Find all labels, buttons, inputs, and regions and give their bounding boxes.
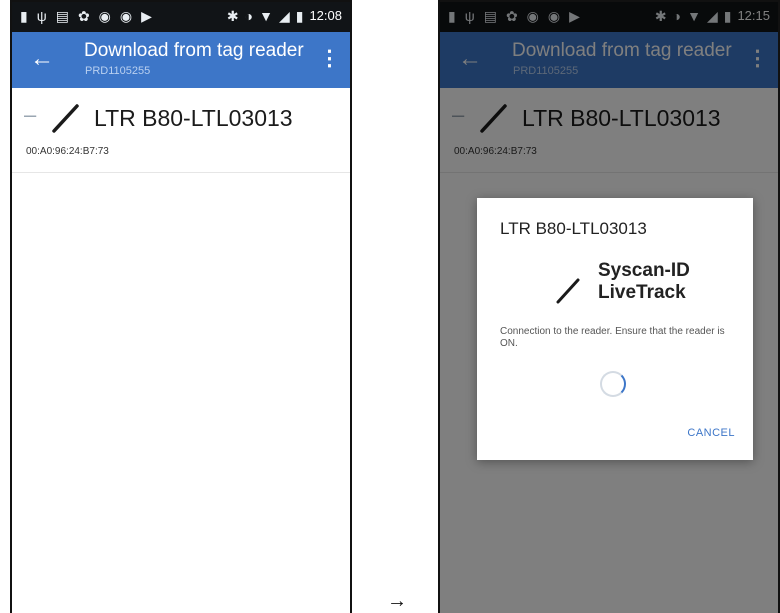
wifi-icon: ◉: [119, 8, 133, 24]
play-icon: ▶: [141, 8, 152, 24]
battery-icon: ▮: [295, 8, 304, 24]
usb-icon: ψ: [36, 8, 47, 24]
cell-signal-icon: ◢: [278, 8, 290, 24]
phone-screen-after: ▮ ψ ▤ ✿ ◉ ◉ ▶ ✱ ◑ ▼ ◢ ▮ 12:15 ← Download…: [438, 0, 780, 613]
device-name: LTR B80-LTL03013: [94, 105, 293, 131]
brand-logo: Syscan-ID LiveTrack: [598, 260, 690, 304]
list-item[interactable]: – LTR B80-LTL03013 00:A0:96:24:B7:73: [12, 88, 350, 173]
status-time: 12:08: [309, 8, 342, 23]
brand-line: LiveTrack: [598, 282, 686, 303]
brand-line: Syscan-ID: [598, 260, 690, 281]
transition-arrow: →: [387, 590, 407, 612]
page-subtitle: PRD1105255: [85, 65, 151, 77]
dialog-message: Connection to the reader. Ensure that th…: [500, 326, 725, 349]
status-bar: ▮ ψ ▤ ✿ ◉ ◉ ▶ ✱ ◑ ▼ ◢ ▮ 12:08: [12, 2, 350, 32]
mute-icon: ◑: [244, 8, 254, 24]
pen-reader-icon: [52, 104, 79, 133]
pen-reader-icon: [556, 278, 580, 304]
wifi-icon: ◉: [98, 8, 111, 24]
back-arrow-icon[interactable]: ←: [30, 45, 54, 73]
dialog-title: LTR B80-LTL03013: [500, 219, 647, 238]
page-title: Download from tag reader: [84, 40, 304, 61]
device-mac-address: 00:A0:96:24:B7:73: [26, 146, 109, 157]
overflow-menu-icon[interactable]: ⋮: [319, 46, 340, 72]
phone-screen-before: ▮ ψ ▤ ✿ ◉ ◉ ▶ ✱ ◑ ▼ ◢ ▮ 12:08 ← Download…: [10, 0, 352, 613]
app-icon: ✿: [77, 8, 90, 24]
device-list: – LTR B80-LTL03013 00:A0:96:24:B7:73: [12, 88, 350, 613]
wifi-signal-icon: ▼: [259, 8, 273, 24]
loading-spinner-icon: [600, 371, 626, 397]
app-bar: ← Download from tag reader PRD1105255 ⋮: [12, 32, 350, 88]
connection-dialog: LTR B80-LTL03013 Syscan-ID LiveTrack Con…: [477, 198, 753, 460]
bluetooth-icon: ✱: [226, 8, 239, 24]
cancel-button[interactable]: CANCEL: [687, 426, 735, 440]
message-icon: ▤: [55, 8, 69, 24]
collapse-icon[interactable]: –: [24, 104, 36, 126]
notification-icon: ▮: [20, 8, 28, 24]
